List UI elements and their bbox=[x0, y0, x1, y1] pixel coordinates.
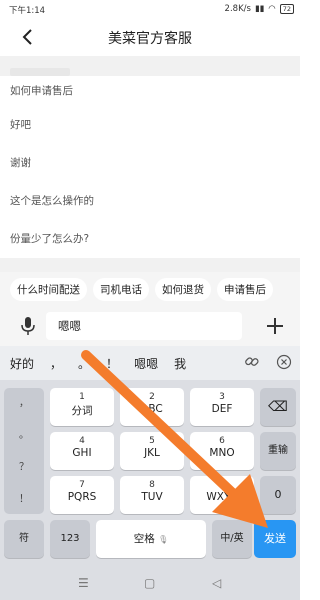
status-bar: 下午1:14 2.8K/s ▮▮ ◠ 72 bbox=[0, 0, 300, 18]
back-nav-icon[interactable]: ◁ bbox=[212, 576, 221, 590]
close-circle-icon[interactable] bbox=[276, 354, 292, 370]
punct-key[interactable]: 。 bbox=[4, 426, 44, 441]
quick-reply-bar: 什么时间配送 司机电话 如何退货 申请售后 bbox=[0, 272, 300, 306]
candidate-word[interactable]: 嗯嗯 bbox=[134, 355, 158, 372]
faded-message bbox=[10, 68, 70, 76]
faq-item[interactable]: 份量少了怎么办? bbox=[0, 220, 300, 258]
quick-reply-chip[interactable]: 如何退货 bbox=[155, 277, 211, 301]
candidate-word[interactable]: ， bbox=[50, 355, 62, 372]
space-key[interactable]: 空格 🎙 bbox=[96, 520, 206, 558]
candidate-bar: 好的 ， 。 ！ 嗯嗯 我 bbox=[0, 346, 300, 380]
home-nav-icon[interactable]: ▢ bbox=[144, 576, 155, 590]
microphone-icon[interactable] bbox=[18, 315, 38, 337]
network-speed: 2.8K/s bbox=[224, 4, 251, 14]
punct-key[interactable]: ， bbox=[4, 394, 44, 409]
key-3[interactable]: 3 DEF bbox=[190, 388, 254, 426]
faq-item[interactable]: 谢谢 bbox=[0, 144, 300, 182]
key-6[interactable]: 6 MNO bbox=[190, 432, 254, 470]
number-mode-key[interactable]: 123 bbox=[50, 520, 90, 558]
wifi-icon: ◠ bbox=[268, 4, 276, 14]
signal-icon: ▮▮ bbox=[254, 4, 265, 14]
key-4[interactable]: 4 GHI bbox=[50, 432, 114, 470]
link-icon[interactable] bbox=[244, 354, 260, 370]
candidate-word[interactable]: ！ bbox=[106, 355, 118, 372]
language-switch-key[interactable]: 中/英 bbox=[212, 520, 252, 558]
key-9[interactable]: 9 WXYZ bbox=[190, 476, 254, 514]
retype-key[interactable]: 重输 bbox=[260, 432, 296, 470]
message-input[interactable]: 嗯嗯 bbox=[46, 312, 242, 340]
candidate-word[interactable]: 。 bbox=[78, 355, 90, 372]
candidate-word[interactable]: 好的 bbox=[10, 355, 34, 372]
mic-small-icon: 🎙 bbox=[158, 535, 169, 544]
faq-item[interactable]: 这个是怎么操作的 bbox=[0, 182, 300, 220]
chat-header: 美菜官方客服 bbox=[0, 18, 300, 56]
page-title: 美菜官方客服 bbox=[108, 31, 192, 47]
quick-reply-chip[interactable]: 司机电话 bbox=[93, 277, 149, 301]
backspace-key[interactable]: ⌫ bbox=[260, 388, 296, 426]
punct-key[interactable]: ！ bbox=[4, 490, 44, 505]
candidate-tools bbox=[244, 354, 292, 370]
key-1[interactable]: 1 分词 bbox=[50, 388, 114, 426]
key-5[interactable]: 5 JKL bbox=[120, 432, 184, 470]
status-indicators: 2.8K/s ▮▮ ◠ 72 bbox=[225, 4, 294, 14]
zero-key[interactable]: 0 bbox=[260, 476, 296, 514]
key-8[interactable]: 8 TUV bbox=[120, 476, 184, 514]
punctuation-column[interactable]: ， 。 ？ ！ bbox=[4, 388, 44, 514]
message-input-row: 嗯嗯 bbox=[0, 306, 300, 346]
faq-item[interactable]: 好吧 bbox=[0, 106, 300, 144]
punct-key[interactable]: ？ bbox=[4, 458, 44, 473]
system-nav-bar: ☰ ▢ ◁ bbox=[0, 568, 300, 600]
quick-reply-chip[interactable]: 申请售后 bbox=[217, 277, 273, 301]
battery-icon: 72 bbox=[279, 4, 294, 14]
symbol-key[interactable]: 符 bbox=[4, 520, 44, 558]
send-button[interactable]: 发送 bbox=[254, 520, 296, 558]
plus-icon[interactable] bbox=[264, 315, 286, 337]
space-label: 空格 bbox=[133, 533, 155, 545]
candidate-word[interactable]: 我 bbox=[174, 355, 186, 372]
ime-keyboard: 好的 ， 。 ！ 嗯嗯 我 ， 。 ？ ！ 1 分词 2 ABC 3 DEF 4… bbox=[0, 346, 300, 600]
faq-item[interactable]: 如何申请售后 bbox=[0, 76, 300, 106]
menu-nav-icon[interactable]: ☰ bbox=[78, 576, 89, 590]
key-2[interactable]: 2 ABC bbox=[120, 388, 184, 426]
key-7[interactable]: 7 PQRS bbox=[50, 476, 114, 514]
quick-reply-chip[interactable]: 什么时间配送 bbox=[10, 277, 87, 301]
faq-suggestion-list: 如何申请售后 好吧 谢谢 这个是怎么操作的 份量少了怎么办? bbox=[0, 76, 300, 258]
status-time: 下午1:14 bbox=[9, 6, 46, 16]
